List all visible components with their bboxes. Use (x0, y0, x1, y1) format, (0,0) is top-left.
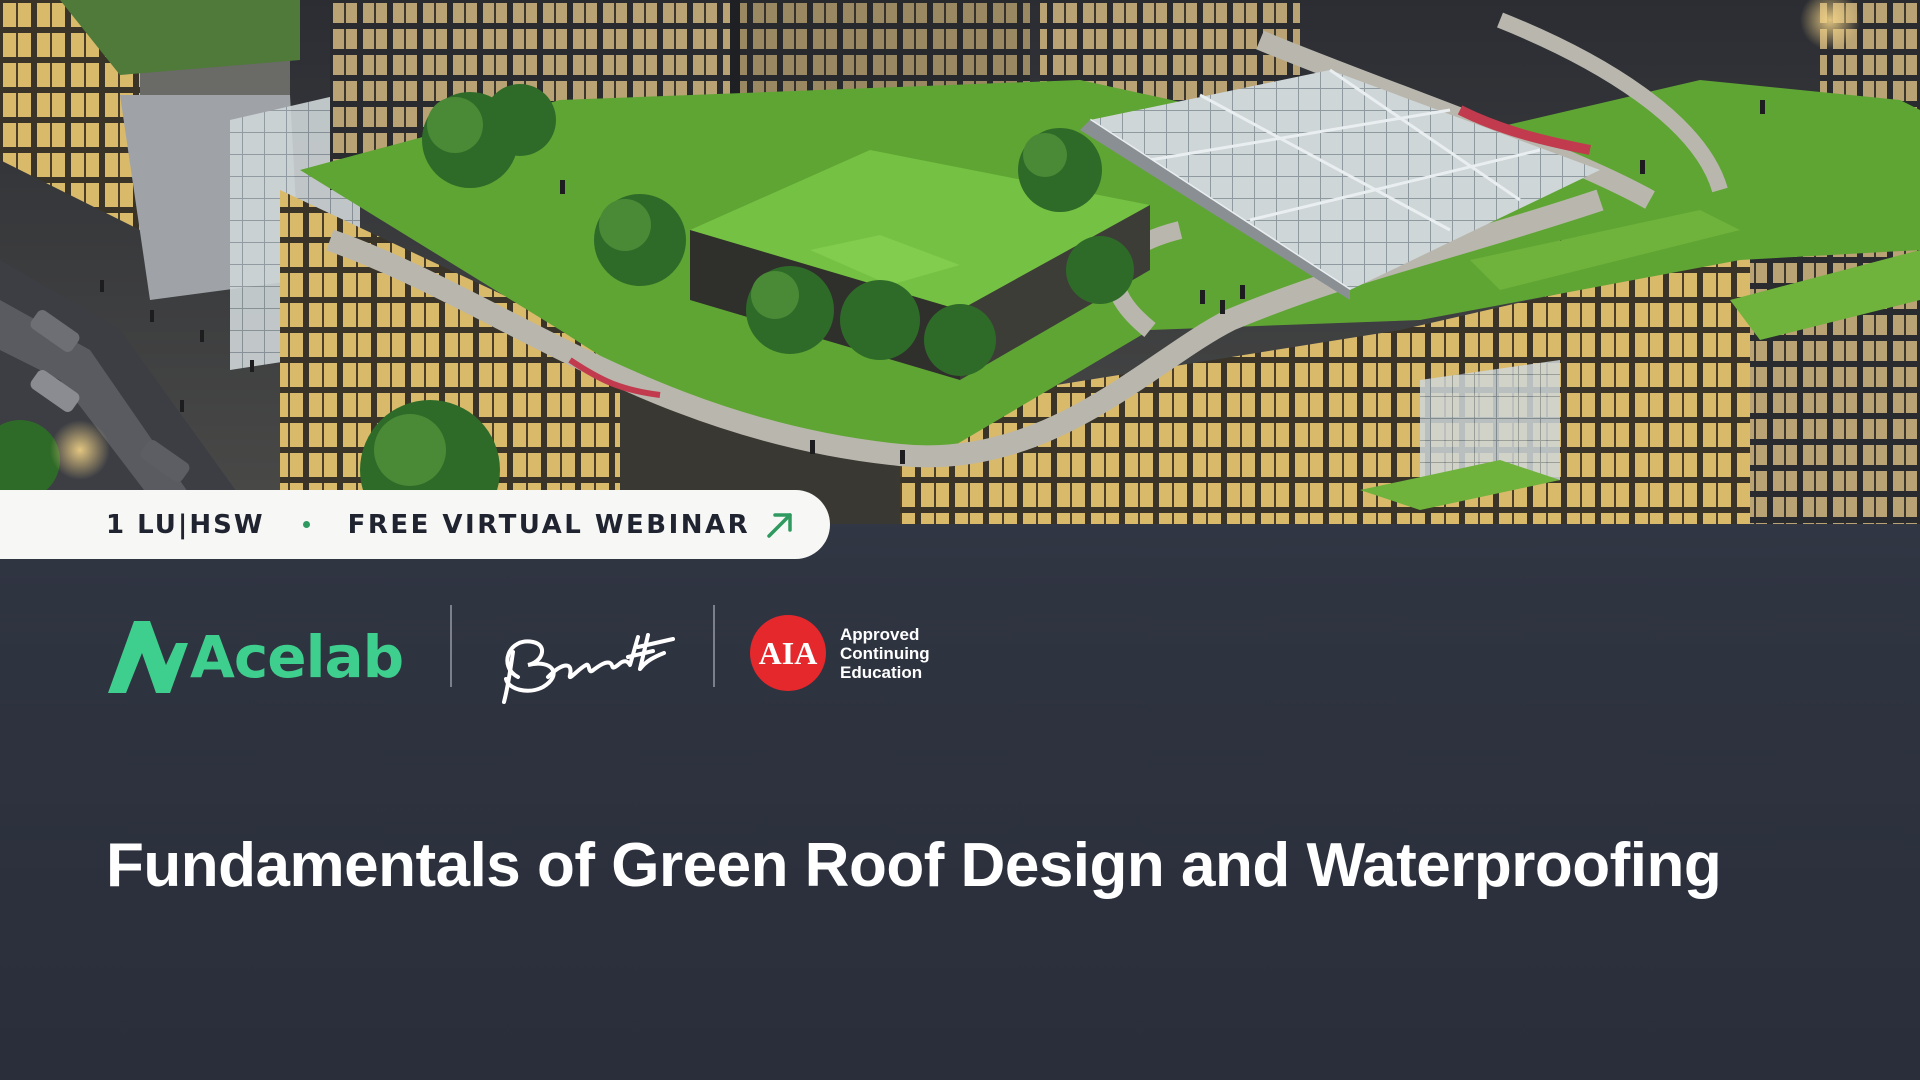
acelab-wordmark: Acelab (190, 623, 404, 691)
aia-caption-line: Approved (840, 624, 920, 644)
acelab-logo[interactable]: Acelab (108, 617, 404, 697)
webinar-label: FREE VIRTUAL WEBINAR (347, 509, 751, 540)
logo-divider (450, 605, 452, 687)
aia-logo[interactable]: AIA Approved Continuing Education (750, 615, 930, 691)
rooftop-garden-illustration (0, 0, 1920, 524)
logo-divider (713, 605, 715, 687)
arrow-up-right-icon (767, 513, 792, 538)
partner-logos: Acelab AIA Approved Continuing Education (108, 605, 1008, 704)
credits-label: 1 LU|HSW (106, 509, 265, 540)
acelab-logo-icon (108, 621, 188, 693)
aia-badge: AIA (750, 615, 826, 691)
webinar-title: Fundamentals of Green Roof Design and Wa… (106, 831, 1722, 900)
aia-caption-line: Education (840, 662, 923, 682)
aia-caption-line: Continuing (840, 643, 930, 663)
separator-dot (302, 521, 310, 528)
aia-caption: Approved Continuing Education (840, 625, 930, 682)
barrett-logo[interactable] (488, 607, 688, 707)
webinar-banner[interactable]: 1 LU|HSW FREE VIRTUAL WEBINAR (0, 490, 830, 559)
hero-image (0, 0, 1920, 524)
